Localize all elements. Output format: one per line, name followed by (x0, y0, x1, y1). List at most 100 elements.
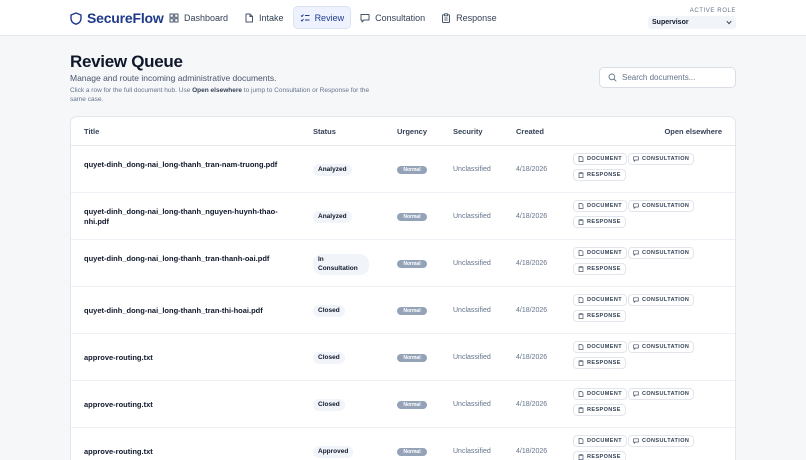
nav-item-response[interactable]: Response (434, 6, 504, 29)
status-badge: Closed (313, 399, 345, 411)
hint-text: Click a row for the full document hub. U… (70, 87, 193, 94)
table-row[interactable]: approve-routing.txt Approved Normal Unclass… (71, 428, 735, 460)
open-consultation-button[interactable]: CONSULTATION (628, 341, 695, 353)
document-title[interactable]: quyet-dinh_dong-nai_long-thanh_nguyen-hu… (84, 207, 284, 227)
open-document-button[interactable]: DOCUMENT (573, 200, 627, 212)
nav-item-consultation[interactable]: Consultation (353, 6, 432, 29)
page-subtitle: Manage and route incoming administrative… (70, 73, 277, 83)
security-label: Unclassified (453, 166, 491, 173)
open-response-button[interactable]: RESPONSE (573, 404, 626, 416)
chat-icon (633, 203, 639, 209)
created-date: 4/18/2026 (516, 260, 548, 267)
nav-item-dashboard[interactable]: Dashboard (162, 6, 235, 29)
table-row[interactable]: approve-routing.txt Closed Normal Unclassif… (71, 381, 735, 428)
status-badge: Approved (313, 446, 354, 458)
chip-label: CONSULTATION (642, 438, 690, 444)
file-icon (578, 344, 584, 350)
chip-label: DOCUMENT (587, 344, 622, 350)
table-row[interactable]: quyet-dinh_dong-nai_long-thanh_tran-than… (71, 240, 735, 287)
file-icon (578, 297, 584, 303)
chat-icon (633, 391, 639, 397)
search-icon (608, 73, 617, 82)
nav-item-review[interactable]: Review (292, 6, 352, 29)
clipboard-icon (578, 219, 584, 225)
open-response-button[interactable]: RESPONSE (573, 216, 626, 228)
col-header-title: Title (84, 127, 100, 136)
security-label: Unclassified (453, 260, 491, 267)
open-consultation-button[interactable]: CONSULTATION (628, 388, 695, 400)
open-document-button[interactable]: DOCUMENT (573, 153, 627, 165)
created-date: 4/18/2026 (516, 166, 548, 173)
urgency-badge: Normal (397, 307, 427, 315)
search-input[interactable]: Search documents... (599, 67, 736, 88)
urgency-badge: Normal (397, 260, 427, 268)
chip-label: CONSULTATION (642, 250, 690, 256)
document-title[interactable]: quyet-dinh_dong-nai_long-thanh_tran-nam-… (84, 160, 284, 170)
chevron-down-icon (726, 20, 732, 25)
active-role-label: ACTIVE ROLE (689, 8, 736, 14)
document-title[interactable]: approve-routing.txt (84, 353, 284, 363)
open-consultation-button[interactable]: CONSULTATION (628, 153, 695, 165)
created-date: 4/18/2026 (516, 213, 548, 220)
nav-label: Dashboard (184, 12, 229, 23)
document-title[interactable]: approve-routing.txt (84, 447, 284, 457)
document-title[interactable]: quyet-dinh_dong-nai_long-thanh_tran-thi-… (84, 306, 284, 316)
page-title: Review Queue (70, 52, 183, 71)
table-row[interactable]: quyet-dinh_dong-nai_long-thanh_nguyen-hu… (71, 193, 735, 240)
status-badge: Closed (313, 352, 345, 364)
active-role-switcher: ACTIVE ROLE Supervisor (648, 8, 736, 29)
clipboard-icon (578, 172, 584, 178)
clipboard-icon (442, 12, 451, 23)
search-placeholder: Search documents... (622, 73, 696, 82)
chip-label: DOCUMENT (587, 297, 622, 303)
chat-icon (360, 13, 370, 22)
nav-label: Consultation (375, 12, 426, 23)
chip-label: DOCUMENT (587, 250, 622, 256)
nav-label: Response (456, 12, 497, 23)
open-document-button[interactable]: DOCUMENT (573, 294, 627, 306)
top-nav-bar: SecureFlow Dashboard Intake Review Consu… (0, 0, 806, 36)
clipboard-icon (578, 360, 584, 366)
document-title[interactable]: quyet-dinh_dong-nai_long-thanh_tran-than… (84, 254, 284, 264)
open-consultation-button[interactable]: CONSULTATION (628, 247, 695, 259)
clipboard-icon (578, 454, 584, 460)
open-response-button[interactable]: RESPONSE (573, 310, 626, 322)
open-document-button[interactable]: DOCUMENT (573, 341, 627, 353)
open-document-button[interactable]: DOCUMENT (573, 435, 627, 447)
hint-emphasis: Open elsewhere (192, 87, 242, 94)
role-select[interactable]: Supervisor (648, 16, 736, 29)
chip-label: RESPONSE (587, 266, 621, 272)
page-hint: Click a row for the full document hub. U… (70, 86, 380, 104)
file-icon (578, 391, 584, 397)
open-consultation-button[interactable]: CONSULTATION (628, 200, 695, 212)
document-title[interactable]: approve-routing.txt (84, 400, 284, 410)
open-response-button[interactable]: RESPONSE (573, 263, 626, 275)
clipboard-icon (578, 266, 584, 272)
urgency-badge: Normal (397, 166, 427, 174)
role-value: Supervisor (652, 19, 689, 26)
grid-icon (169, 13, 179, 22)
brand-logo[interactable]: SecureFlow (70, 9, 164, 27)
chip-label: RESPONSE (587, 172, 621, 178)
security-label: Unclassified (453, 307, 491, 314)
table-row[interactable]: approve-routing.txt Closed Normal Unclassif… (71, 334, 735, 381)
open-response-button[interactable]: RESPONSE (573, 357, 626, 369)
open-document-button[interactable]: DOCUMENT (573, 247, 627, 259)
col-header-status: Status (313, 127, 336, 136)
file-icon (578, 250, 584, 256)
open-consultation-button[interactable]: CONSULTATION (628, 294, 695, 306)
urgency-badge: Normal (397, 401, 427, 409)
open-consultation-button[interactable]: CONSULTATION (628, 435, 695, 447)
urgency-badge: Normal (397, 354, 427, 362)
table-row[interactable]: quyet-dinh_dong-nai_long-thanh_tran-nam-… (71, 146, 735, 193)
table-row[interactable]: quyet-dinh_dong-nai_long-thanh_tran-thi-… (71, 287, 735, 334)
file-icon (578, 203, 584, 209)
chip-label: CONSULTATION (642, 297, 690, 303)
chat-icon (633, 438, 639, 444)
chat-icon (633, 344, 639, 350)
open-response-button[interactable]: RESPONSE (573, 169, 626, 181)
status-badge: Analyzed (313, 211, 352, 223)
open-document-button[interactable]: DOCUMENT (573, 388, 627, 400)
nav-item-intake[interactable]: Intake (237, 6, 291, 29)
open-response-button[interactable]: RESPONSE (573, 451, 626, 460)
